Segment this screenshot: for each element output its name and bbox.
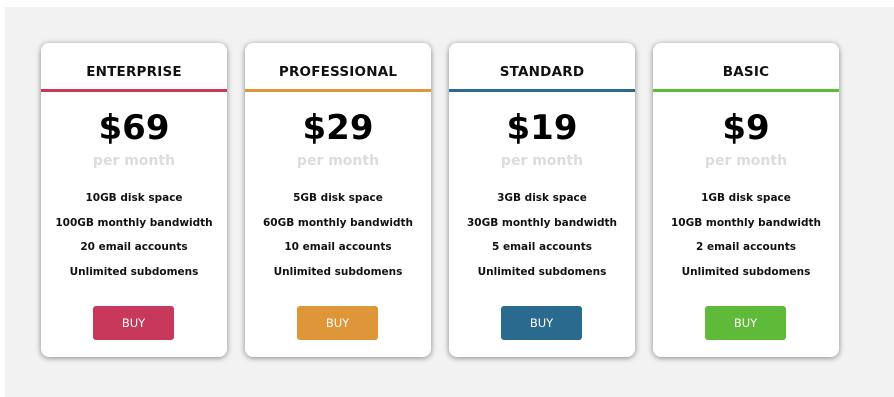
feature-item: 60GB monthly bandwidth [262, 216, 413, 229]
feature-item: 1GB disk space [701, 192, 791, 204]
feature-item: 3GB disk space [497, 192, 587, 204]
buy-button-enterprise[interactable]: BUY [93, 306, 174, 340]
plan-name: ENTERPRISE [41, 43, 227, 92]
plan-card-standard: STANDARD $19 per month 3GB disk space 30… [449, 43, 635, 357]
plan-price: $19 [506, 108, 578, 148]
plan-period: per month [92, 153, 176, 169]
plan-price: $29 [302, 108, 374, 148]
feature-item: Unlimited subdomens [273, 265, 403, 278]
feature-item: 10GB monthly bandwidth [670, 216, 821, 229]
feature-item: 2 email accounts [696, 241, 796, 253]
feature-item: Unlimited subdomens [69, 265, 199, 278]
plan-price: $9 [722, 108, 770, 148]
plan-card-basic: BASIC $9 per month 1GB disk space 10GB m… [653, 43, 839, 357]
feature-list: 3GB disk space 30GB monthly bandwidth 5 … [449, 186, 635, 284]
buy-button-standard[interactable]: BUY [501, 306, 582, 340]
plan-name: PROFESSIONAL [245, 43, 431, 92]
plan-name: STANDARD [449, 43, 635, 92]
buy-button-professional[interactable]: BUY [297, 306, 378, 340]
feature-list: 10GB disk space 100GB monthly bandwidth … [41, 186, 227, 284]
feature-item: Unlimited subdomens [681, 265, 811, 278]
feature-list: 1GB disk space 10GB monthly bandwidth 2 … [653, 186, 839, 284]
feature-item: Unlimited subdomens [477, 265, 607, 278]
buy-button-basic[interactable]: BUY [705, 306, 786, 340]
feature-item: 100GB monthly bandwidth [55, 216, 213, 229]
plan-card-enterprise: ENTERPRISE $69 per month 10GB disk space… [41, 43, 227, 357]
feature-item: 5 email accounts [492, 241, 592, 253]
pricing-section: ENTERPRISE $69 per month 10GB disk space… [5, 7, 894, 397]
plan-period: per month [296, 153, 380, 169]
feature-item: 20 email accounts [80, 241, 188, 253]
plan-period: per month [704, 153, 788, 169]
feature-item: 10 email accounts [284, 241, 392, 253]
feature-item: 30GB monthly bandwidth [466, 216, 617, 229]
plan-card-professional: PROFESSIONAL $29 per month 5GB disk spac… [245, 43, 431, 357]
pricing-cards: ENTERPRISE $69 per month 10GB disk space… [41, 43, 839, 357]
plan-price: $69 [98, 108, 170, 148]
plan-name: BASIC [653, 43, 839, 92]
feature-item: 10GB disk space [85, 192, 183, 204]
plan-period: per month [500, 153, 584, 169]
feature-list: 5GB disk space 60GB monthly bandwidth 10… [245, 186, 431, 284]
feature-item: 5GB disk space [293, 192, 383, 204]
